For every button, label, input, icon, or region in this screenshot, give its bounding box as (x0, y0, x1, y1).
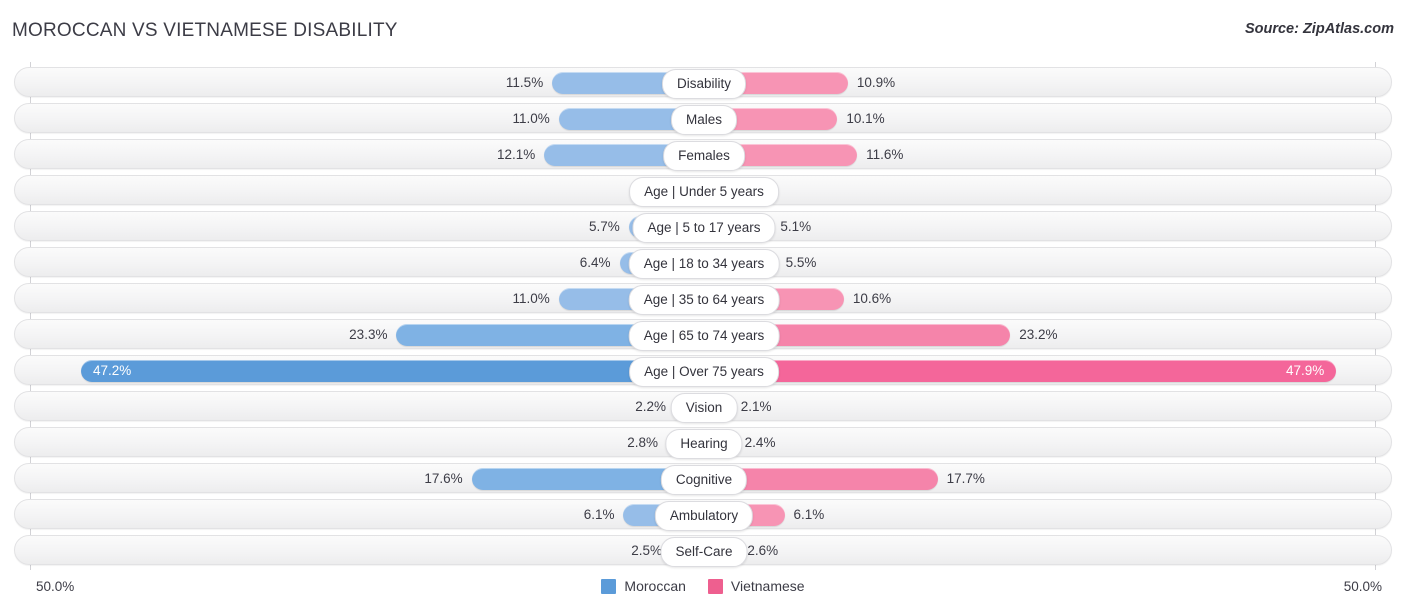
category-label[interactable]: Age | 5 to 17 years (632, 213, 776, 243)
value-label-vietnamese: 10.6% (852, 291, 892, 306)
row-bars: 47.2% 47.9% Age | Over 75 years (15, 356, 1393, 387)
legend-swatch-icon (707, 578, 723, 594)
value-label-vietnamese: 2.4% (744, 435, 776, 450)
table-row[interactable]: 6.4% 5.5% Age | 18 to 34 years (14, 247, 1393, 279)
value-label-vietnamese: 6.1% (793, 507, 825, 522)
table-row[interactable]: 5.7% 5.1% Age | 5 to 17 years (14, 211, 1393, 243)
category-label[interactable]: Vision (670, 393, 738, 423)
value-label-vietnamese: 10.9% (856, 75, 896, 90)
value-label-vietnamese: 2.1% (740, 399, 772, 414)
category-label[interactable]: Age | 65 to 74 years (628, 321, 780, 351)
value-label-vietnamese: 17.7% (946, 471, 985, 486)
value-label-moroccan: 17.6% (424, 471, 463, 486)
table-row[interactable]: 23.3% 23.2% Age | 65 to 74 years (14, 319, 1393, 351)
value-label-moroccan: 11.0% (512, 111, 550, 126)
value-label-vietnamese: 47.9% (1285, 363, 1325, 378)
category-label[interactable]: Age | 35 to 64 years (628, 285, 780, 315)
value-label-moroccan: 11.5% (505, 75, 544, 90)
chart-header: MOROCCAN VS VIETNAMESE DISABILITY Source… (0, 0, 1406, 58)
row-bars: 2.8% 2.4% Hearing (15, 428, 1393, 459)
category-label[interactable]: Age | 18 to 34 years (628, 249, 780, 279)
value-label-moroccan: 5.7% (588, 219, 620, 234)
value-label-moroccan: 2.8% (627, 435, 659, 450)
row-bars: 11.0% 10.1% Males (15, 104, 1393, 135)
value-label-moroccan: 6.4% (579, 255, 611, 270)
value-label-moroccan: 6.1% (583, 507, 615, 522)
value-label-moroccan: 23.3% (349, 327, 388, 342)
value-label-moroccan: 11.0% (512, 291, 550, 306)
value-label-moroccan: 2.5% (631, 543, 662, 558)
category-label[interactable]: Age | Under 5 years (629, 177, 779, 207)
table-row[interactable]: 11.5% 10.9% Disability (14, 67, 1393, 99)
bar-moroccan[interactable] (80, 360, 704, 382)
table-row[interactable]: 2.2% 2.1% Vision (14, 391, 1393, 423)
legend-swatch-icon (601, 578, 617, 594)
row-bars: 17.6% 17.7% Cognitive (15, 464, 1393, 495)
row-bars: 11.5% 10.9% Disability (15, 68, 1393, 99)
row-bars: 2.5% 2.6% Self-Care (15, 536, 1393, 567)
page-title: MOROCCAN VS VIETNAMESE DISABILITY (12, 20, 398, 41)
bar-vietnamese[interactable] (704, 360, 1337, 382)
table-row[interactable]: 11.0% 10.6% Age | 35 to 64 years (14, 283, 1393, 315)
row-bars: 6.1% 6.1% Ambulatory (15, 500, 1393, 531)
table-row[interactable]: 47.2% 47.9% Age | Over 75 years (14, 355, 1393, 387)
table-row[interactable]: 12.1% 11.6% Females (14, 139, 1393, 171)
table-row[interactable]: 11.0% 10.1% Males (14, 103, 1393, 135)
row-bars: 5.7% 5.1% Age | 5 to 17 years (15, 212, 1393, 243)
table-row[interactable]: 2.8% 2.4% Hearing (14, 427, 1393, 459)
category-label[interactable]: Self-Care (660, 537, 748, 567)
row-bars: 1.2%0.81%Age | Under 5 years (15, 176, 1393, 207)
chart-legend: Moroccan Vietnamese (0, 578, 1406, 594)
value-label-vietnamese: 23.2% (1019, 327, 1058, 342)
category-label[interactable]: Females (663, 141, 745, 171)
value-label-vietnamese: 11.6% (866, 147, 904, 162)
value-label-vietnamese: 10.1% (846, 111, 885, 126)
table-row[interactable]: 2.5% 2.6% Self-Care (14, 535, 1393, 567)
table-row[interactable]: 1.2%0.81%Age | Under 5 years (14, 175, 1393, 207)
chart-footer: 50.0% 50.0% Moroccan Vietnamese (0, 570, 1406, 612)
value-label-moroccan: 12.1% (497, 147, 536, 162)
value-label-moroccan: 47.2% (92, 363, 132, 378)
row-bars: 12.1% 11.6% Females (15, 140, 1393, 171)
category-label[interactable]: Hearing (665, 429, 743, 459)
value-label-vietnamese: 5.5% (785, 255, 817, 270)
row-bars: 11.0% 10.6% Age | 35 to 64 years (15, 284, 1393, 315)
legend-item[interactable]: Vietnamese (707, 578, 805, 594)
value-label-moroccan: 2.2% (635, 399, 666, 414)
legend-label: Vietnamese (730, 578, 805, 594)
row-bars: 23.3% 23.2% Age | 65 to 74 years (15, 320, 1393, 351)
value-label-vietnamese: 5.1% (780, 219, 812, 234)
category-label[interactable]: Ambulatory (654, 501, 754, 531)
category-label[interactable]: Disability (661, 69, 747, 99)
table-row[interactable]: 6.1% 6.1% Ambulatory (14, 499, 1393, 531)
value-label-vietnamese: 2.6% (747, 543, 779, 558)
category-label[interactable]: Males (670, 105, 738, 135)
category-label[interactable]: Age | Over 75 years (629, 357, 779, 387)
table-row[interactable]: 17.6% 17.7% Cognitive (14, 463, 1393, 495)
diverging-bar-chart: 11.5% 10.9% Disability 11.0% 10.1% Males 12.1%… (0, 62, 1406, 570)
source-attribution: Source: ZipAtlas.com (1244, 21, 1394, 37)
legend-label: Moroccan (624, 578, 686, 594)
row-bars: 2.2% 2.1% Vision (15, 392, 1393, 423)
row-bars: 6.4% 5.5% Age | 18 to 34 years (15, 248, 1393, 279)
legend-item[interactable]: Moroccan (601, 578, 686, 594)
category-label[interactable]: Cognitive (660, 465, 748, 495)
